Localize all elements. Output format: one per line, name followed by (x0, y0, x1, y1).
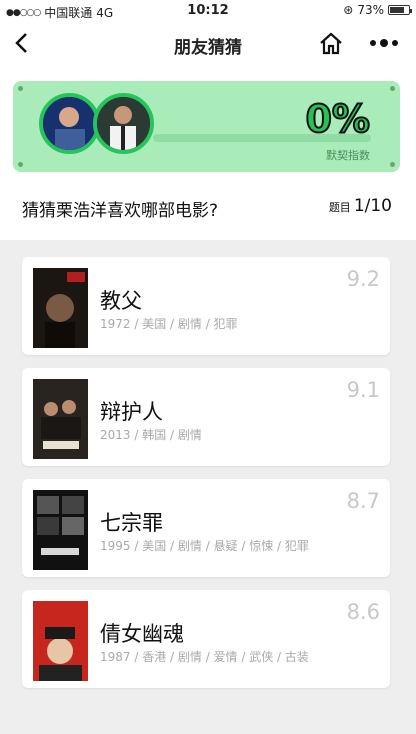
home-icon (320, 32, 342, 55)
movie-option[interactable]: 倩女幽魂 1987 / 香港 / 剧情 / 爱情 / 武侠 / 古装 8.6 (22, 590, 390, 688)
quiz-header: 0% 默契指数 猜猜栗浩洋喜欢哪部电影? 题目 1/10 (0, 66, 416, 240)
tacit-panel: 0% 默契指数 (13, 81, 400, 172)
movie-poster (33, 601, 88, 681)
question-counter-value: 1/10 (353, 196, 392, 216)
movie-option[interactable]: 辩护人 2013 / 韩国 / 剧情 9.1 (22, 368, 390, 466)
corner-dot-icon (390, 86, 395, 91)
battery-icon (388, 5, 412, 15)
movie-score: 9.2 (346, 267, 380, 291)
movie-score: 9.1 (346, 378, 380, 402)
question-counter-label: 题目 (328, 201, 351, 214)
movie-poster (33, 490, 88, 570)
corner-dot-icon (390, 162, 395, 167)
friend-avatar (39, 93, 100, 154)
movie-meta: 1995 / 美国 / 剧情 / 悬疑 / 惊悚 / 犯罪 (100, 539, 309, 553)
movie-option[interactable]: 七宗罪 1995 / 美国 / 剧情 / 悬疑 / 惊悚 / 犯罪 8.7 (22, 479, 390, 577)
movie-meta: 2013 / 韩国 / 剧情 (100, 428, 202, 442)
tacit-percent: 0% (304, 96, 371, 142)
movie-meta: 1972 / 美国 / 剧情 / 犯罪 (100, 317, 238, 331)
home-button[interactable] (318, 30, 344, 56)
movie-title: 辩护人 (100, 400, 163, 424)
user-avatar (93, 93, 154, 154)
lock-rotation-icon: ⊛ (343, 3, 354, 17)
more-dots-icon (370, 39, 398, 47)
movie-option[interactable]: 教父 1972 / 美国 / 剧情 / 犯罪 9.2 (22, 257, 390, 355)
question-text: 猜猜栗浩洋喜欢哪部电影? (22, 201, 219, 221)
movie-poster (33, 379, 88, 459)
movie-score: 8.6 (346, 600, 380, 624)
movie-title: 教父 (100, 289, 142, 313)
movie-meta: 1987 / 香港 / 剧情 / 爱情 / 武侠 / 古装 (100, 650, 309, 664)
battery-percent: 73% (357, 3, 384, 17)
tacit-label: 默契指数 (326, 149, 370, 162)
movie-poster (33, 268, 88, 348)
page-title: 朋友猜猜 (174, 38, 242, 58)
corner-dot-icon (18, 86, 23, 91)
nav-bar: 朋友猜猜 (0, 22, 416, 66)
question-counter: 题目 1/10 (329, 196, 392, 216)
movie-title: 七宗罪 (100, 511, 163, 535)
movie-title: 倩女幽魂 (100, 622, 184, 646)
corner-dot-icon (18, 162, 23, 167)
status-bar: ●●○○○ 中国联通 4G 10:12 ⊛ 73% (0, 0, 416, 22)
more-button[interactable] (366, 30, 402, 56)
movie-score: 8.7 (346, 489, 380, 513)
